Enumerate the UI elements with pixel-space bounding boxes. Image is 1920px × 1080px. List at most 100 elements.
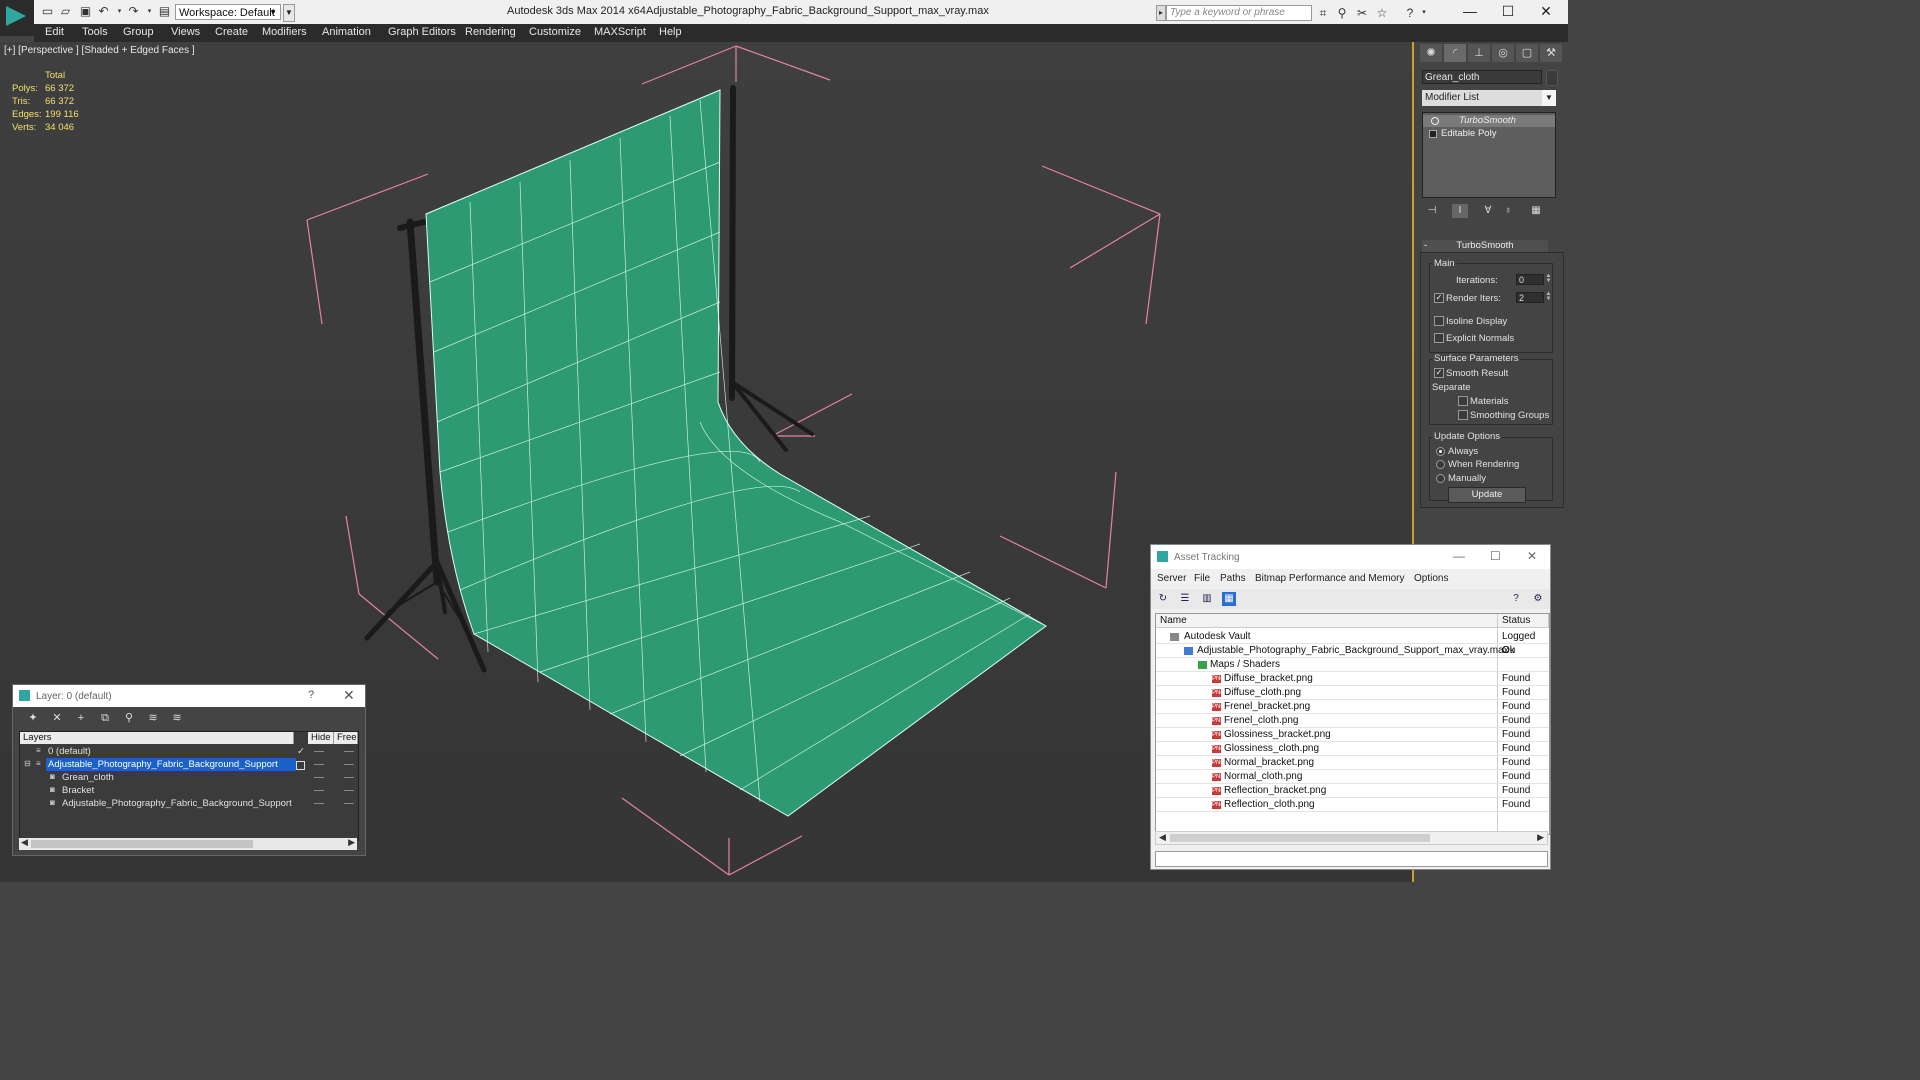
explicit-normals-checkbox[interactable] [1434, 333, 1444, 343]
menu-server[interactable]: Server [1157, 573, 1186, 584]
manually-radio[interactable] [1436, 474, 1445, 483]
column-header-hide[interactable]: Hide [308, 732, 334, 744]
menu-rendering[interactable]: Rendering [465, 26, 516, 38]
menu-edit[interactable]: Edit [45, 26, 64, 38]
menu-tools[interactable]: Tools [82, 26, 108, 38]
app-logo[interactable] [0, 0, 34, 36]
horizontal-scrollbar[interactable]: ◀ ▶ [1155, 831, 1548, 845]
scroll-right-icon[interactable]: ▶ [348, 837, 355, 848]
column-header-layers[interactable]: Layers [20, 732, 294, 744]
spinner-arrows-icon[interactable]: ▲ ▼ [1545, 273, 1552, 285]
project-folder-icon[interactable]: ▤ [158, 5, 171, 18]
asset-row[interactable]: PNG Normal_cloth.png Found [1156, 770, 1549, 784]
motion-icon[interactable]: ◎ [1492, 44, 1514, 62]
configure-sets-icon[interactable]: ▦ [1528, 204, 1544, 218]
menu-bitmap-performance[interactable]: Bitmap Performance and Memory [1255, 573, 1405, 584]
menu-modifiers[interactable]: Modifiers [262, 26, 307, 38]
menu-maxscript[interactable]: MAXScript [594, 26, 646, 38]
communication-center-icon[interactable]: ⚲ [1334, 5, 1350, 21]
maximize-icon[interactable]: ☐ [1490, 549, 1501, 563]
detail-view-icon[interactable]: ▥ [1200, 592, 1214, 606]
modify-icon[interactable]: ◜ [1444, 44, 1466, 62]
layer-row[interactable]: ⊟ ≡ Adjustable_Photography_Fabric_Backgr… [20, 758, 358, 771]
hide-toggle[interactable] [314, 777, 324, 778]
new-file-icon[interactable]: ▭ [41, 5, 54, 18]
when-rendering-radio[interactable] [1436, 460, 1445, 469]
layer-row[interactable]: ≡ 0 (default) ✓ [20, 745, 358, 758]
open-file-icon[interactable]: ▱ [59, 5, 72, 18]
scroll-left-icon[interactable]: ◀ [21, 837, 28, 848]
asset-row[interactable]: PNG Glossiness_bracket.png Found [1156, 728, 1549, 742]
maximize-icon[interactable]: ☐ [1493, 2, 1523, 20]
active-layer-check-icon[interactable]: ✓ [297, 745, 305, 758]
settings-icon[interactable]: ⚙ [1531, 592, 1545, 606]
right-stand[interactable] [729, 85, 814, 452]
menu-graph-editors[interactable]: Graph Editors [388, 26, 456, 38]
search-input[interactable]: Type a keyword or phrase [1166, 5, 1312, 21]
iterations-spinner[interactable]: 0 [1516, 274, 1544, 285]
menu-animation[interactable]: Animation [322, 26, 371, 38]
column-header-free[interactable]: Free [334, 732, 358, 744]
help-icon[interactable]: ? [1509, 592, 1523, 606]
help-icon[interactable]: ? [308, 689, 314, 701]
menu-options[interactable]: Options [1414, 573, 1448, 584]
close-icon[interactable]: ✕ [1527, 549, 1537, 563]
menu-views[interactable]: Views [171, 26, 200, 38]
menu-create[interactable]: Create [215, 26, 248, 38]
menu-group[interactable]: Group [123, 26, 154, 38]
delete-layer-icon[interactable]: ✕ [49, 711, 65, 725]
turbosmooth-rollout-header[interactable]: - TurboSmooth [1422, 240, 1548, 252]
hide-toggle[interactable] [314, 764, 324, 765]
select-objects-icon[interactable]: ⧉ [97, 711, 113, 725]
minimize-icon[interactable]: — [1455, 2, 1485, 20]
help-dropdown-icon[interactable]: ▾ [1416, 5, 1432, 21]
hide-toggle[interactable] [314, 803, 324, 804]
column-header-name[interactable]: Name [1156, 614, 1498, 628]
asset-row[interactable]: PNG Frenel_cloth.png Found [1156, 714, 1549, 728]
modifier-list-dropdown[interactable]: Modifier List ▼ [1422, 90, 1556, 106]
menu-customize[interactable]: Customize [529, 26, 581, 38]
menu-help[interactable]: Help [659, 26, 682, 38]
table-view-icon[interactable]: ▦ [1222, 592, 1236, 606]
save-icon[interactable]: ▣ [79, 5, 92, 18]
binoculars-icon[interactable]: ⌗ [1315, 5, 1331, 21]
stack-item-editable-poly[interactable]: Editable Poly [1423, 128, 1555, 140]
freeze-toggle[interactable] [344, 764, 354, 765]
smooth-result-checkbox[interactable]: ✓ [1434, 368, 1444, 378]
hierarchy-icon[interactable]: ⊥ [1468, 44, 1490, 62]
close-icon[interactable]: ✕ [343, 687, 355, 704]
menu-paths[interactable]: Paths [1220, 573, 1246, 584]
materials-checkbox[interactable] [1458, 396, 1468, 406]
column-header-status[interactable]: Status [1498, 614, 1549, 628]
viewport-label[interactable]: [+] [Perspective ] [Shaded + Edged Faces… [4, 45, 195, 56]
scroll-thumb[interactable] [1170, 834, 1430, 842]
spinner-arrows-icon[interactable]: ▲ ▼ [1545, 291, 1552, 303]
layer-row[interactable]: ◙ Grean_cloth [20, 771, 358, 784]
isoline-display-checkbox[interactable] [1434, 316, 1444, 326]
undo-icon[interactable]: ↶ [97, 5, 110, 18]
remove-modifier-icon[interactable]: ♁ [1500, 204, 1516, 218]
make-unique-icon[interactable]: ∀ [1480, 204, 1496, 218]
asset-row[interactable]: PNG Diffuse_bracket.png Found [1156, 672, 1549, 686]
asset-row[interactable]: Maps / Shaders [1156, 658, 1549, 672]
update-button[interactable]: Update [1448, 487, 1526, 503]
layer-row[interactable]: ◙ Bracket [20, 784, 358, 797]
redo-icon[interactable]: ↷ [127, 5, 140, 18]
search-expand-icon[interactable]: ▸ [1156, 5, 1166, 21]
display-icon[interactable]: ▢ [1516, 44, 1538, 62]
asset-row[interactable]: Adjustable_Photography_Fabric_Background… [1156, 644, 1549, 658]
hide-all-layers-icon[interactable]: ≋ [145, 711, 161, 725]
set-active-layer-box[interactable] [296, 761, 305, 770]
freeze-toggle[interactable] [344, 777, 354, 778]
object-name-field[interactable]: Grean_cloth [1422, 70, 1542, 84]
asset-row[interactable]: Autodesk Vault Logged Ou [1156, 630, 1549, 656]
layer-row[interactable]: ◙ Adjustable_Photography_Fabric_Backgrou… [20, 797, 358, 810]
menu-file[interactable]: File [1194, 573, 1210, 584]
collapse-icon[interactable]: ⊟ [24, 760, 32, 768]
freeze-toggle[interactable] [344, 751, 354, 752]
subscription-icon[interactable]: ✂ [1354, 5, 1370, 21]
utilities-icon[interactable]: ⚒ [1540, 44, 1562, 62]
freeze-all-layers-icon[interactable]: ≋ [169, 711, 185, 725]
favorites-star-icon[interactable]: ☆ [1374, 5, 1390, 21]
freeze-toggle[interactable] [344, 790, 354, 791]
